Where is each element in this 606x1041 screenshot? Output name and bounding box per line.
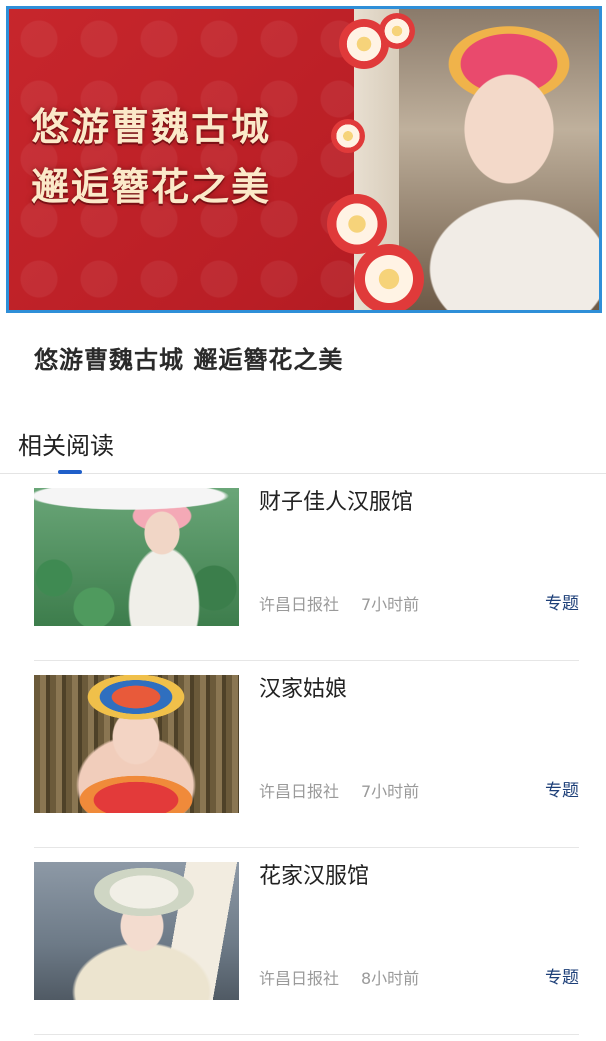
banner-photo	[399, 9, 599, 310]
item-source: 许昌日报社	[259, 969, 340, 988]
item-source: 许昌日报社	[259, 595, 340, 614]
item-tag[interactable]: 专题	[545, 776, 579, 801]
item-tag[interactable]: 专题	[545, 963, 579, 988]
banner-title-line2: 邂逅簪花之美	[31, 164, 272, 209]
banner-title-line1: 悠游曹魏古城	[31, 104, 272, 149]
flower-decoration	[331, 119, 365, 153]
article-title: 悠游曹魏古城 邂逅簪花之美	[34, 346, 344, 374]
banner-title: 悠游曹魏古城 邂逅簪花之美	[31, 97, 271, 217]
item-thumbnail	[34, 488, 239, 626]
tab-related-reading[interactable]: 相关阅读	[18, 426, 114, 461]
item-thumbnail	[34, 675, 239, 813]
item-tag[interactable]: 专题	[545, 589, 579, 614]
item-time: 8小时前	[361, 969, 420, 988]
flower-decoration	[354, 244, 424, 310]
item-title: 汉家姑娘	[259, 677, 348, 702]
hero-banner[interactable]: 悠游曹魏古城 邂逅簪花之美	[6, 6, 602, 313]
item-title: 花家汉服馆	[259, 864, 370, 889]
related-reading-header: 相关阅读	[0, 420, 606, 474]
item-source: 许昌日报社	[259, 782, 340, 801]
item-title: 财子佳人汉服馆	[259, 490, 414, 515]
item-time: 7小时前	[361, 595, 420, 614]
list-item[interactable]: 财子佳人汉服馆 许昌日报社 7小时前 专题	[34, 474, 579, 661]
item-thumbnail	[34, 862, 239, 1000]
list-item[interactable]: 花家汉服馆 许昌日报社 8小时前 专题	[34, 848, 579, 1035]
item-time: 7小时前	[361, 782, 420, 801]
flower-decoration	[379, 13, 415, 49]
list-item[interactable]: 汉家姑娘 许昌日报社 7小时前 专题	[34, 661, 579, 848]
